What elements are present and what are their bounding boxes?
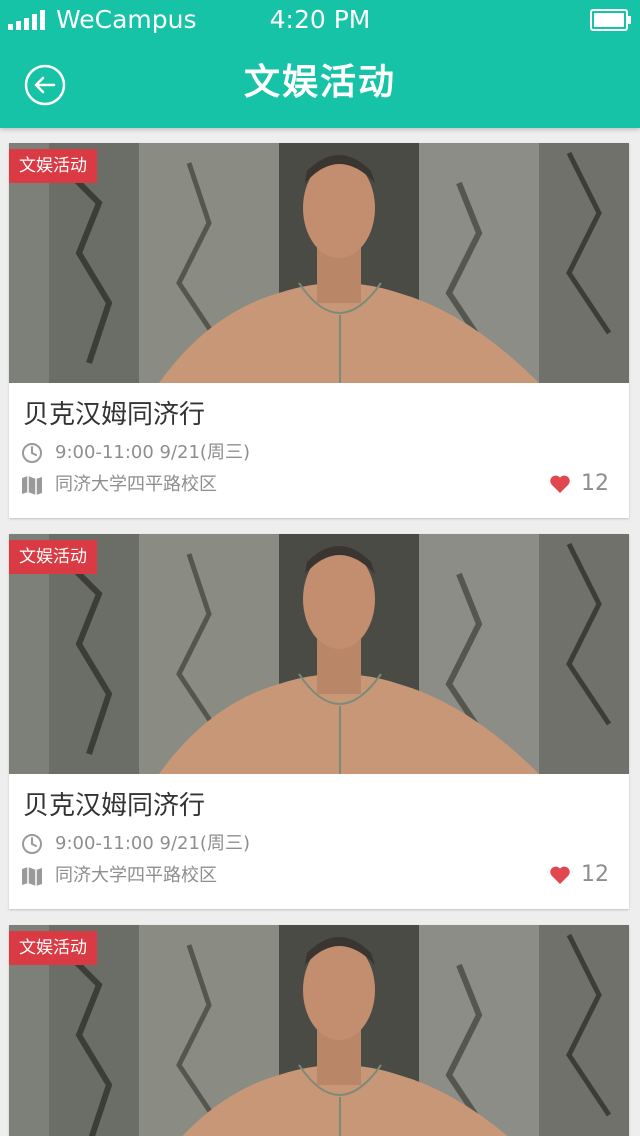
event-card[interactable]: 文娱活动 贝克汉姆同济行 9:00-11:00 9/21(周三) 同济大学四平路… (9, 534, 629, 909)
event-photo: 文娱活动 (9, 534, 629, 774)
event-title: 贝克汉姆同济行 (23, 400, 206, 430)
category-tag: 文娱活动 (9, 931, 97, 965)
clock-icon (21, 833, 43, 855)
heart-icon (549, 865, 571, 885)
screen: WeCampus 4:20 PM 文娱活动 文娱活动 贝克汉姆同济行 9:00-… (0, 0, 640, 1136)
event-location-row: 同济大学四平路校区 (21, 863, 217, 889)
event-info: 贝克汉姆同济行 9:00-11:00 9/21(周三) 同济大学四平路校区 12 (9, 383, 629, 518)
event-time: 9:00-11:00 9/21(周三) (55, 833, 250, 854)
event-title: 贝克汉姆同济行 (23, 791, 206, 821)
event-time: 9:00-11:00 9/21(周三) (55, 442, 250, 463)
heart-icon (549, 474, 571, 494)
event-location-row: 同济大学四平路校区 (21, 472, 217, 498)
event-time-row: 9:00-11:00 9/21(周三) (21, 831, 250, 857)
clock-icon (21, 442, 43, 464)
event-card[interactable]: 文娱活动 (9, 925, 629, 1136)
event-location: 同济大学四平路校区 (55, 474, 217, 495)
app-header: WeCampus 4:20 PM 文娱活动 (0, 0, 640, 128)
page-title: 文娱活动 (243, 62, 396, 103)
category-tag: 文娱活动 (9, 149, 97, 183)
event-card[interactable]: 文娱活动 贝克汉姆同济行 9:00-11:00 9/21(周三) 同济大学四平路… (9, 143, 629, 518)
event-photo: 文娱活动 (9, 925, 629, 1136)
like-count: 12 (581, 862, 609, 887)
status-bar: WeCampus 4:20 PM (0, 0, 640, 40)
nav-bar: 文娱活动 (0, 40, 640, 128)
event-location: 同济大学四平路校区 (55, 865, 217, 886)
like-button[interactable]: 12 (549, 860, 609, 890)
map-icon (21, 474, 43, 496)
event-photo: 文娱活动 (9, 143, 629, 383)
event-time-row: 9:00-11:00 9/21(周三) (21, 440, 250, 466)
event-info: 贝克汉姆同济行 9:00-11:00 9/21(周三) 同济大学四平路校区 12 (9, 774, 629, 909)
map-icon (21, 865, 43, 887)
category-tag: 文娱活动 (9, 540, 97, 574)
battery-icon (590, 9, 632, 31)
like-button[interactable]: 12 (549, 469, 609, 499)
like-count: 12 (581, 471, 609, 496)
status-time: 4:20 PM (269, 5, 371, 34)
